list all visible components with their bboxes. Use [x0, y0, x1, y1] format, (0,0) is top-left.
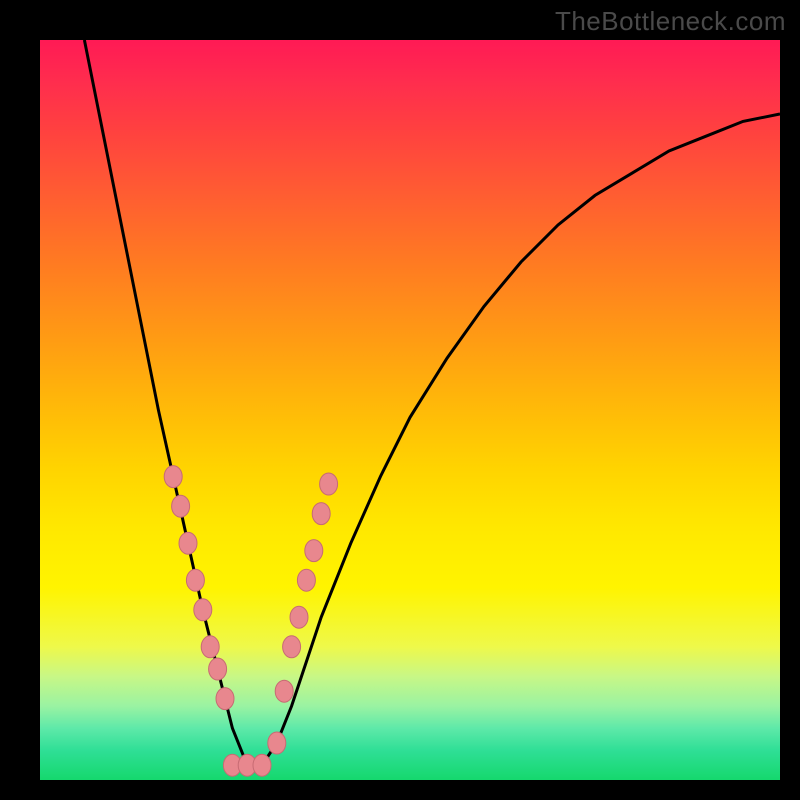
highlight-dot: [290, 606, 308, 628]
highlight-dots-group: [164, 466, 337, 777]
highlight-dot: [320, 473, 338, 495]
bottleneck-curve: [84, 40, 780, 765]
highlight-dot: [283, 636, 301, 658]
highlight-dot: [253, 754, 271, 776]
highlight-dot: [164, 466, 182, 488]
watermark-text: TheBottleneck.com: [555, 6, 786, 37]
chart-frame: TheBottleneck.com: [0, 0, 800, 800]
highlight-dot: [297, 569, 315, 591]
chart-svg: [40, 40, 780, 780]
highlight-dot: [312, 503, 330, 525]
highlight-dot: [275, 680, 293, 702]
highlight-dot: [179, 532, 197, 554]
highlight-dot: [172, 495, 190, 517]
highlight-dot: [201, 636, 219, 658]
highlight-dot: [194, 599, 212, 621]
highlight-dot: [268, 732, 286, 754]
highlight-dot: [209, 658, 227, 680]
highlight-dot: [216, 688, 234, 710]
highlight-dot: [186, 569, 204, 591]
plot-area: [40, 40, 780, 780]
highlight-dot: [305, 540, 323, 562]
